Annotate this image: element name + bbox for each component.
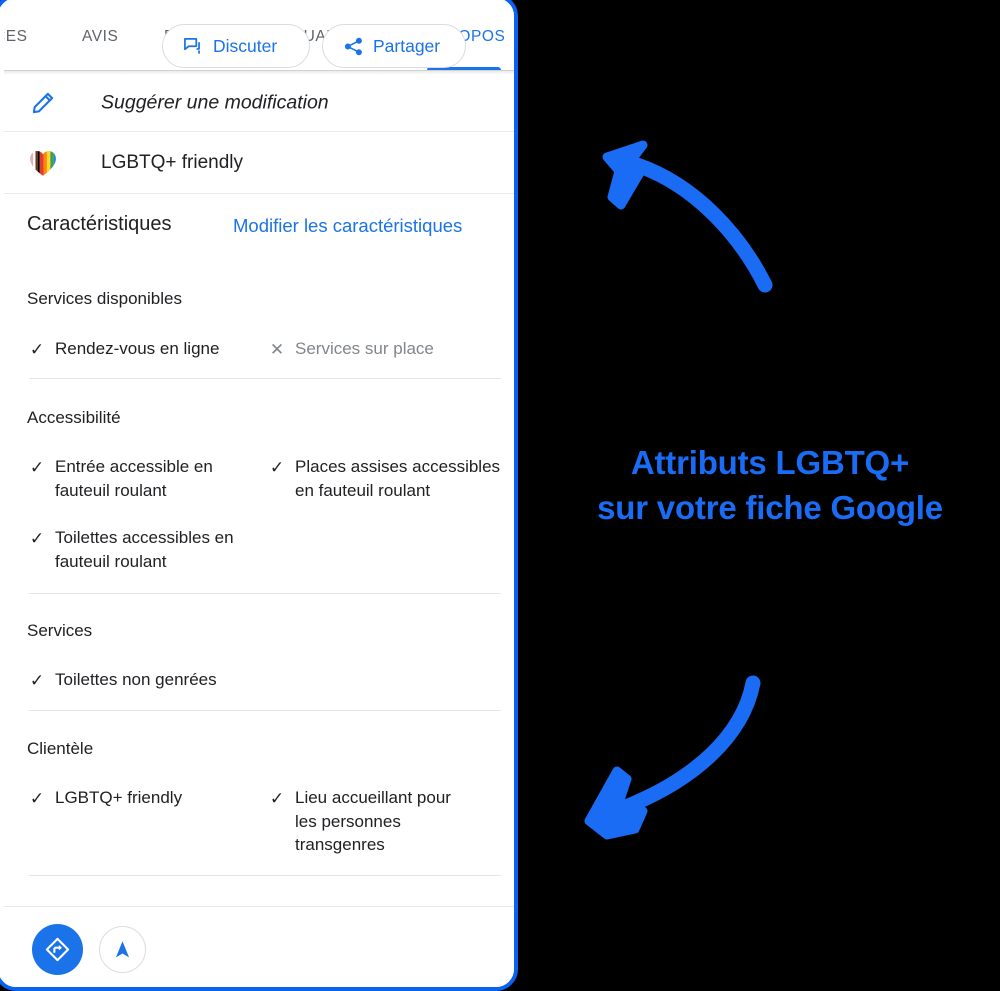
annotation-line-1: Attributs LGBTQ+ xyxy=(630,444,910,481)
share-button-label: Partager xyxy=(373,35,441,56)
navigate-button[interactable] xyxy=(99,926,146,973)
cross-icon: ✕ xyxy=(269,340,285,359)
annotation-caption: Attributs LGBTQ+ sur votre fiche Google xyxy=(540,440,1000,530)
check-icon: ✓ xyxy=(29,671,45,690)
attribute-label: Toilettes non genrées xyxy=(55,670,217,689)
attribute-rendez-vous-en-ligne: ✓ Rendez-vous en ligne xyxy=(29,337,254,361)
suggest-edit-label: Suggérer une modification xyxy=(101,91,329,114)
attribute-lieu-accueillant-transgenres: ✓ Lieu accueillant pour les personnes tr… xyxy=(269,786,474,857)
attribute-label: Lieu accueillant pour les personnes tran… xyxy=(295,788,451,854)
directions-button[interactable] xyxy=(32,924,83,975)
attribute-label: Rendez-vous en ligne xyxy=(55,339,220,358)
pencil-icon xyxy=(26,86,60,120)
section-title-services-disponibles: Services disponibles xyxy=(27,289,182,308)
check-icon: ✓ xyxy=(29,458,45,477)
mobile-listing-card: CES AVIS PHOTOS ACTUALITÉS À PROPOS Sugg… xyxy=(0,0,518,991)
edit-characteristics-link[interactable]: Modifier les caractéristiques xyxy=(233,215,462,237)
check-icon: ✓ xyxy=(29,340,45,359)
chat-bubble-icon xyxy=(182,35,204,57)
attribute-label: Places assises accessibles en fauteuil r… xyxy=(295,457,501,500)
section-divider xyxy=(29,875,501,876)
arrow-top-icon xyxy=(565,115,795,310)
check-icon: ✓ xyxy=(269,789,285,808)
attribute-label: LGBTQ+ friendly xyxy=(55,788,183,807)
lgbtq-friendly-label: LGBTQ+ friendly xyxy=(101,151,244,173)
tab-avis[interactable]: AVIS xyxy=(82,4,118,70)
tab-services[interactable]: CES xyxy=(4,4,28,70)
section-title-services: Services xyxy=(27,621,93,640)
lgbtq-friendly-row[interactable]: LGBTQ+ friendly xyxy=(4,132,514,194)
attribute-places-assises-accessibles: ✓ Places assises accessibles en fauteuil… xyxy=(269,455,501,502)
chat-button[interactable]: Discuter xyxy=(162,24,310,68)
share-button[interactable]: Partager xyxy=(322,24,466,68)
arrow-bottom-icon xyxy=(575,665,805,870)
section-title-clientele: Clientèle xyxy=(27,739,94,758)
suggest-edit-row[interactable]: Suggérer une modification xyxy=(4,75,514,132)
section-divider xyxy=(29,593,501,594)
check-icon: ✓ xyxy=(269,458,285,477)
share-icon xyxy=(343,36,364,57)
attribute-services-sur-place: ✕ Services sur place xyxy=(269,337,479,361)
check-icon: ✓ xyxy=(29,529,45,548)
attribute-toilettes-accessibles: ✓ Toilettes accessibles en fauteuil roul… xyxy=(29,526,264,573)
rainbow-heart-icon xyxy=(26,146,60,180)
section-title-accessibilite: Accessibilité xyxy=(27,408,121,427)
attribute-label: Services sur place xyxy=(295,339,434,358)
check-icon: ✓ xyxy=(29,789,45,808)
attribute-toilettes-non-genrees: ✓ Toilettes non genrées xyxy=(29,668,259,692)
directions-icon xyxy=(45,937,70,962)
attribute-lgbtq-friendly: ✓ LGBTQ+ friendly xyxy=(29,786,239,810)
section-divider xyxy=(29,710,501,711)
characteristics-header: Caractéristiques Modifier les caractéris… xyxy=(4,203,514,255)
characteristics-title: Caractéristiques xyxy=(27,213,172,235)
attribute-label: Entrée accessible en fauteuil roulant xyxy=(55,457,213,500)
chat-button-label: Discuter xyxy=(213,35,278,56)
navigation-arrow-icon xyxy=(115,941,130,958)
attribute-label: Toilettes accessibles en fauteuil roulan… xyxy=(55,528,234,571)
section-divider xyxy=(29,378,501,379)
attribute-entree-accessible: ✓ Entrée accessible en fauteuil roulant xyxy=(29,455,244,502)
annotation-line-2: sur votre fiche Google xyxy=(597,489,943,526)
